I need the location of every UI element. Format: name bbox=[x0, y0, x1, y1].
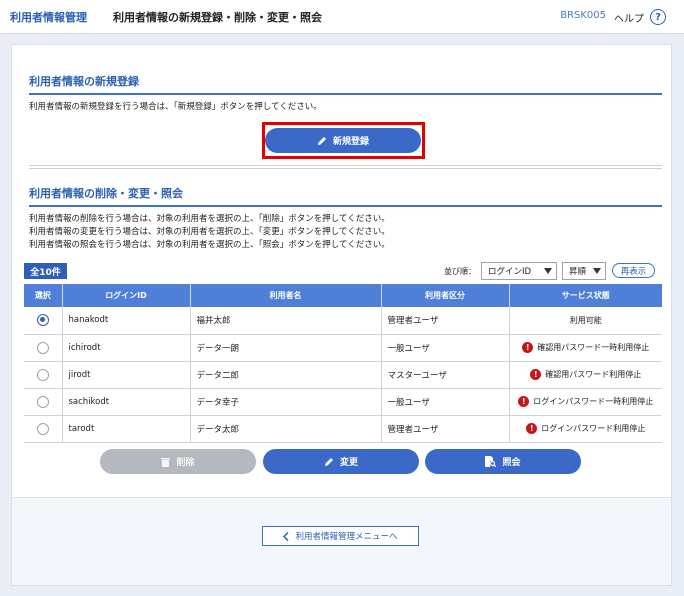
pencil-icon bbox=[324, 457, 333, 466]
sort-order-value: 昇順 bbox=[569, 267, 587, 277]
service-status-text: ログインパスワード利用停止 bbox=[541, 424, 646, 433]
help-link[interactable]: ヘルプ ? bbox=[614, 9, 666, 25]
row-select-cell[interactable] bbox=[24, 307, 63, 335]
inquiry-button[interactable]: 照会 bbox=[425, 449, 581, 474]
user-name-cell: データ幸子 bbox=[190, 388, 382, 416]
login-id-cell: ichirodt bbox=[62, 334, 191, 362]
back-to-menu-label: 利用者情報管理メニューへ bbox=[295, 532, 398, 542]
service-status-cell: ! ログインパスワード一時利用停止 bbox=[509, 388, 662, 416]
login-id-cell: jirodt bbox=[62, 361, 191, 389]
radio-button-selected[interactable] bbox=[36, 314, 49, 327]
chevron-down-icon bbox=[544, 268, 552, 274]
description-line-change: 利用者情報の変更を行う場合は、対象の利用者を選択の上、「変更」ボタンを押してくだ… bbox=[29, 227, 390, 237]
user-name-cell: データ二郎 bbox=[190, 361, 382, 389]
row-select-cell[interactable] bbox=[24, 388, 63, 416]
delete-button-label: 削除 bbox=[176, 458, 195, 468]
app-header: 利用者情報管理 利用者情報の新規登録・削除・変更・照会 BRSK005 ヘルプ … bbox=[0, 0, 684, 34]
help-label: ヘルプ bbox=[614, 13, 644, 25]
radio-button[interactable] bbox=[36, 422, 49, 435]
table-row[interactable]: hanakodt 福井太郎 管理者ユーザ 利用可能 bbox=[24, 307, 662, 335]
register-button-label: 新規登録 bbox=[332, 137, 369, 147]
row-select-cell[interactable] bbox=[24, 334, 63, 362]
change-button-label: 変更 bbox=[339, 458, 358, 468]
change-button[interactable]: 変更 bbox=[263, 449, 419, 474]
description-line-delete: 利用者情報の削除を行う場合は、対象の利用者を選択の上、「削除」ボタンを押してくだ… bbox=[29, 214, 390, 224]
chevron-down-icon bbox=[593, 268, 601, 274]
user-name-cell: データ一朗 bbox=[190, 334, 382, 362]
table-row[interactable]: jirodt データ二郎 マスターユーザ ! 確認用パスワード利用停止 bbox=[24, 361, 662, 389]
back-to-menu-button[interactable]: 利用者情報管理メニューへ bbox=[262, 526, 419, 546]
sort-order-select[interactable]: 昇順 bbox=[562, 262, 606, 280]
user-type-cell: 一般ユーザ bbox=[381, 388, 510, 416]
manage-section-title: 利用者情報の削除・変更・照会 bbox=[29, 185, 662, 207]
column-header-service-status: サービス状態 bbox=[509, 284, 662, 307]
sort-label: 並び順： bbox=[444, 267, 476, 276]
table-row[interactable]: sachikodt データ幸子 一般ユーザ ! ログインパスワード一時利用停止 bbox=[24, 388, 662, 416]
column-header-select: 選択 bbox=[24, 284, 63, 307]
login-id-cell: sachikodt bbox=[62, 388, 191, 416]
page-title: 利用者情報の新規登録・削除・変更・照会 bbox=[113, 10, 322, 24]
sort-field-value: ログインID bbox=[488, 267, 532, 277]
table-row[interactable]: ichirodt データ一朗 一般ユーザ ! 確認用パスワード一時利用停止 bbox=[24, 334, 662, 362]
login-id-cell: hanakodt bbox=[62, 307, 191, 335]
total-count-badge: 全10件 bbox=[24, 263, 67, 279]
register-section-title: 利用者情報の新規登録 bbox=[29, 73, 662, 95]
column-header-user-name: 利用者名 bbox=[190, 284, 382, 307]
warning-icon: ! bbox=[522, 342, 534, 353]
user-table: 選択 ログインID 利用者名 利用者区分 サービス状態 hanakodt 福井太… bbox=[24, 284, 662, 443]
redisplay-button[interactable]: 再表示 bbox=[612, 263, 655, 278]
radio-button[interactable] bbox=[36, 395, 49, 408]
section-divider bbox=[29, 165, 662, 169]
service-status-cell: ! ログインパスワード利用停止 bbox=[509, 415, 662, 443]
column-header-login-id: ログインID bbox=[62, 284, 191, 307]
inquiry-button-label: 照会 bbox=[502, 458, 521, 468]
user-name-cell: 福井太郎 bbox=[190, 307, 382, 335]
sort-field-select[interactable]: ログインID bbox=[481, 262, 557, 280]
description-line-inquiry: 利用者情報の照会を行う場合は、対象の利用者を選択の上、「照会」ボタンを押してくだ… bbox=[29, 240, 390, 250]
trash-icon bbox=[161, 457, 171, 467]
table-row[interactable]: tarodt データ太郎 管理者ユーザ ! ログインパスワード利用停止 bbox=[24, 415, 662, 443]
table-header-row: 選択 ログインID 利用者名 利用者区分 サービス状態 bbox=[24, 284, 662, 307]
service-status-text: 確認用パスワード一時利用停止 bbox=[537, 343, 650, 352]
radio-button[interactable] bbox=[36, 368, 49, 381]
service-status-cell: 利用可能 bbox=[509, 307, 662, 335]
radio-button[interactable] bbox=[36, 341, 49, 354]
warning-icon: ! bbox=[530, 369, 542, 380]
warning-icon: ! bbox=[518, 396, 530, 407]
user-type-cell: マスターユーザ bbox=[381, 361, 510, 389]
chevron-left-icon bbox=[283, 531, 290, 541]
user-type-cell: 管理者ユーザ bbox=[381, 307, 510, 335]
service-status-text: 確認用パスワード利用停止 bbox=[545, 370, 642, 379]
register-button[interactable]: 新規登録 bbox=[265, 128, 421, 153]
service-status-cell: ! 確認用パスワード一時利用停止 bbox=[509, 334, 662, 362]
user-name-cell: データ太郎 bbox=[190, 415, 382, 443]
row-select-cell[interactable] bbox=[24, 415, 63, 443]
manage-description: 利用者情報の削除を行う場合は、対象の利用者を選択の上、「削除」ボタンを押してくだ… bbox=[29, 213, 390, 252]
user-type-cell: 一般ユーザ bbox=[381, 334, 510, 362]
service-status-text: 利用可能 bbox=[569, 315, 602, 325]
register-description: 利用者情報の新規登録を行う場合は、「新規登録」ボタンを押してください。 bbox=[29, 102, 322, 112]
service-status-text: ログインパスワード一時利用停止 bbox=[533, 397, 654, 406]
document-search-icon bbox=[485, 456, 497, 467]
screen-id: BRSK005 bbox=[560, 10, 606, 21]
login-id-cell: tarodt bbox=[62, 415, 191, 443]
help-icon[interactable]: ? bbox=[650, 9, 666, 25]
column-header-user-type: 利用者区分 bbox=[381, 284, 510, 307]
main-panel: 利用者情報の新規登録 利用者情報の新規登録を行う場合は、「新規登録」ボタンを押し… bbox=[11, 44, 672, 586]
pencil-icon bbox=[317, 136, 326, 145]
service-status-cell: ! 確認用パスワード利用停止 bbox=[509, 361, 662, 389]
delete-button[interactable]: 削除 bbox=[100, 449, 256, 474]
brand-title[interactable]: 利用者情報管理 bbox=[10, 9, 87, 25]
row-select-cell[interactable] bbox=[24, 361, 63, 389]
warning-icon: ! bbox=[526, 423, 538, 434]
user-type-cell: 管理者ユーザ bbox=[381, 415, 510, 443]
